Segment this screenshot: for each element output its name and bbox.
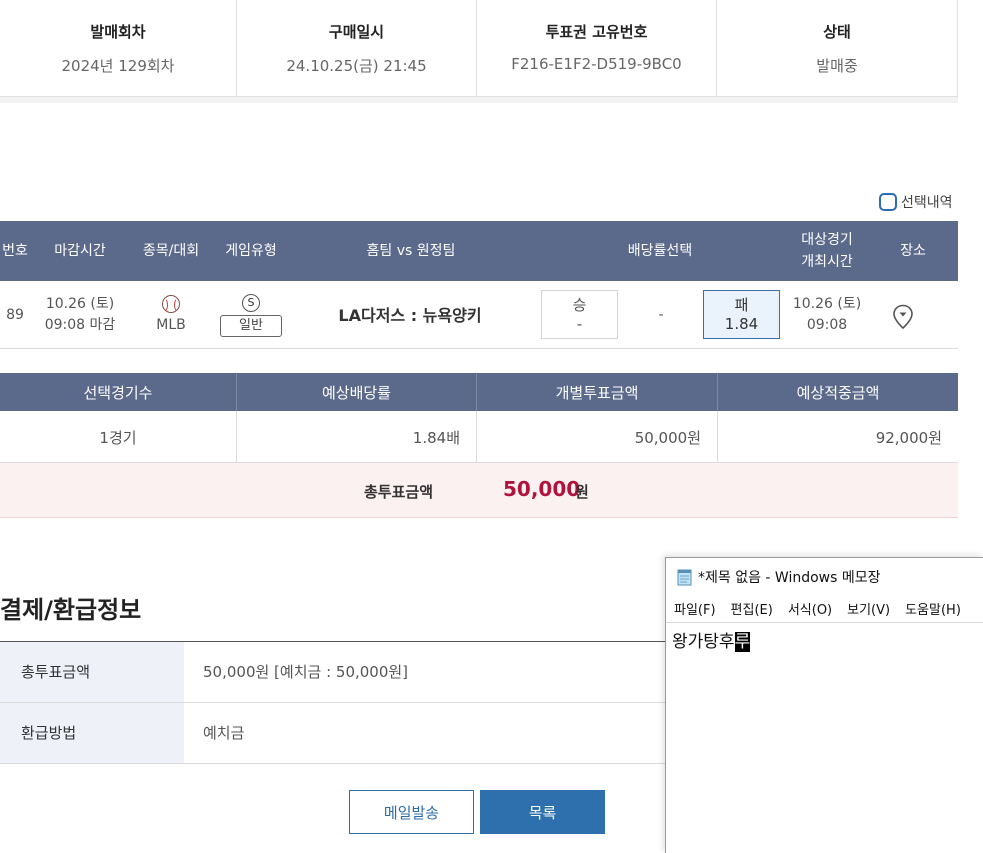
summary-header-count: 선택경기수 (0, 373, 237, 411)
game-deadline: 10.26 (토) 09:08 마감 (40, 281, 120, 349)
info-label: 발매회차 (90, 23, 146, 41)
odds-win-label: 승 (572, 295, 587, 314)
game-match-time: 10.26 (토) 09:08 (782, 281, 872, 349)
col-header-teams: 홈팀 vs 원정팀 (366, 243, 456, 259)
info-col-status: 상태 발매중 (717, 0, 958, 97)
notepad-text: 왕가탕후 (672, 632, 735, 652)
summary-expected: 92,000원 (875, 428, 942, 447)
odds-lose-button[interactable]: 패 1.84 (703, 290, 780, 339)
info-value: 2024년 129회차 (61, 57, 175, 75)
game-no-value: 89 (6, 306, 24, 323)
info-value: 발매중 (816, 57, 858, 75)
info-value: 24.10.25(금) 21:45 (286, 57, 427, 75)
summary-row: 1경기 1.84배 50,000원 92,000원 (0, 411, 958, 463)
baseball-icon (162, 294, 180, 313)
notepad-window[interactable]: *제목 없음 - Windows 메모장 파일(F) 편집(E) 서식(O) 보… (665, 557, 983, 853)
info-col-round: 발매회차 2024년 129회차 (0, 0, 237, 97)
info-label: 상태 (823, 23, 851, 41)
info-label: 구매일시 (328, 23, 385, 41)
total-bet-label: 총투표금액 (364, 483, 434, 501)
match-date: 10.26 (토) (792, 296, 862, 312)
info-col-ticket-id: 투표권 고유번호 F216-E1F2-D519-9BC0 (477, 0, 717, 97)
odds-win-button[interactable]: 승 - (541, 290, 618, 339)
menu-edit[interactable]: 편집(E) (731, 599, 773, 618)
summary-bet-amount: 50,000원 (477, 411, 718, 463)
game-type: S 일반 (214, 281, 288, 349)
menu-file[interactable]: 파일(F) (674, 599, 716, 618)
game-table-header: 번호 마감시간 종목/대회 게임유형 홈팀 vs 원정팀 배당률선택 대상경기 … (0, 221, 958, 281)
info-value: F216-E1F2-D519-9BC0 (511, 55, 682, 73)
summary-header-odds: 예상배당률 (237, 373, 477, 411)
total-bet-unit: 원 (575, 483, 589, 501)
selection-toggle-label: 선택내역 (901, 195, 953, 211)
section-divider (0, 97, 958, 103)
notepad-titlebar[interactable]: *제목 없음 - Windows 메모장 (666, 558, 983, 595)
game-sport: MLB (132, 281, 210, 349)
payment-value: 50,000원 [예치금 : 50,000원] (203, 663, 409, 681)
game-no: 89 (0, 281, 30, 349)
info-col-purchase-date: 구매일시 24.10.25(금) 21:45 (237, 0, 477, 97)
teams-label: LA다저스 : 뉴욕양키 (338, 305, 482, 325)
notepad-title: *제목 없음 - Windows 메모장 (698, 569, 881, 586)
selection-checkbox[interactable] (879, 193, 897, 211)
col-header-match-time: 대상경기 개최시간 (782, 221, 872, 281)
payment-label: 총투표금액 (0, 642, 184, 702)
table-row: 89 10.26 (토) 09:08 마감 MLB S 일반 LA다저스 : 뉴… (0, 281, 958, 349)
location-pin-icon[interactable] (892, 304, 913, 330)
notepad-menubar: 파일(F) 편집(E) 서식(O) 보기(V) 도움말(H) (666, 595, 983, 621)
league-name: MLB (156, 316, 186, 333)
deadline-time: 09:08 마감 (44, 317, 116, 333)
odds-win-value: - (576, 314, 583, 333)
col-header-odds: 배당률선택 (627, 243, 693, 259)
match-time: 09:08 (806, 317, 848, 333)
total-bet-amount: 50,000 (503, 477, 581, 501)
single-type-icon: S (242, 293, 260, 312)
summary-odds: 1.84배 (237, 411, 477, 463)
notepad-icon (676, 568, 694, 586)
summary-header: 선택경기수 예상배당률 개별투표금액 예상적중금액 (0, 373, 958, 411)
col-header-venue: 장소 (900, 243, 926, 259)
summary-header-bet-amount: 개별투표금액 (477, 373, 718, 411)
odds-lose-value: 1.84 (724, 314, 759, 333)
menu-format[interactable]: 서식(O) (788, 599, 832, 618)
odds-draw-value: - (658, 306, 664, 323)
ime-composing-char: 루 (734, 632, 751, 652)
deadline-date: 10.26 (토) (45, 296, 115, 312)
menu-help[interactable]: 도움말(H) (905, 599, 961, 618)
col-header-sport: 종목/대회 (142, 243, 200, 259)
payment-section-title: 결제/환급정보 (0, 596, 142, 624)
notepad-text-area[interactable]: 왕가탕후루 (666, 622, 983, 853)
payment-label: 환급방법 (0, 703, 184, 763)
info-label: 투표권 고유번호 (545, 23, 648, 41)
game-type-badge: 일반 (220, 314, 282, 337)
send-mail-button[interactable]: 메일발송 (349, 790, 474, 834)
col-header-match-time-line2: 개최시간 (801, 254, 853, 270)
list-button[interactable]: 목록 (480, 790, 605, 834)
col-header-no: 번호 (2, 243, 28, 259)
col-header-game-type: 게임유형 (225, 243, 277, 259)
game-teams: LA다저스 : 뉴욕양키 (310, 281, 510, 349)
payment-value: 예치금 (203, 724, 245, 742)
ticket-info-table: 발매회차 2024년 129회차 구매일시 24.10.25(금) 21:45 … (0, 0, 958, 97)
venue-cell (880, 281, 922, 349)
menu-view[interactable]: 보기(V) (847, 599, 890, 618)
summary-header-expected: 예상적중금액 (796, 383, 880, 402)
selection-toggle[interactable]: 선택내역 (879, 192, 953, 212)
col-header-match-time-line1: 대상경기 (801, 232, 853, 248)
odds-draw: - (630, 281, 692, 349)
total-bet-bar: 총투표금액 50,000 원 (0, 463, 958, 518)
col-header-deadline: 마감시간 (54, 243, 106, 259)
summary-count: 1경기 (0, 411, 237, 463)
odds-lose-label: 패 (734, 295, 749, 314)
